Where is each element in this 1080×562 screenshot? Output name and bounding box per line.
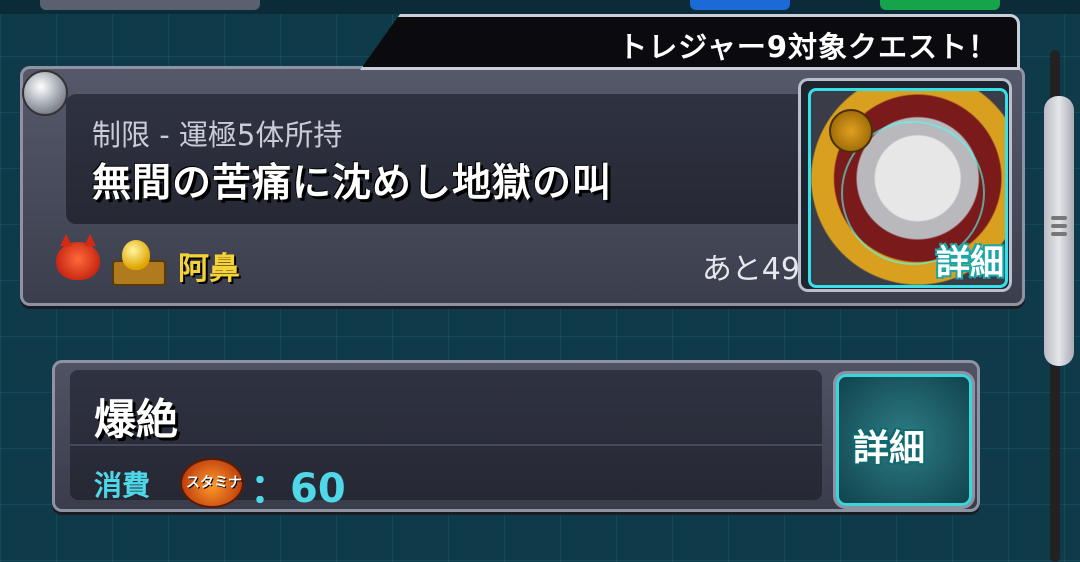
quest-2-name: 爆絶	[94, 395, 179, 444]
quest-restriction: 制限 - 運極5体所持	[92, 118, 343, 152]
quest-title: 無間の苦痛に沈めし地獄の叫	[92, 161, 613, 206]
boss-portrait-detail-button[interactable]: 詳細	[798, 78, 1012, 292]
top-strip	[0, 0, 1080, 14]
stamina-icon-text: スタミナ	[186, 475, 242, 491]
cost-value: ：60	[250, 466, 346, 512]
pin-icon	[22, 70, 68, 116]
top-tab-blue	[690, 0, 790, 10]
treasure-banner: トレジャー9対象クエスト！	[360, 14, 1020, 70]
cost-label: 消費	[94, 469, 151, 502]
luck-coin-icon	[829, 109, 873, 153]
top-tab-green	[880, 0, 1000, 10]
treasure-banner-text: トレジャー9対象クエスト！	[618, 30, 998, 64]
detail-button[interactable]: 詳細	[836, 374, 972, 506]
grip-icon	[1051, 212, 1067, 248]
hazard-label: 阿鼻	[178, 251, 240, 287]
stamina-icon: スタミナ	[180, 458, 244, 508]
divider	[70, 444, 822, 446]
portrait-detail-label: 詳細	[936, 243, 1004, 283]
detail-button-label: 詳細	[853, 428, 926, 469]
oni-mask-icon	[56, 234, 100, 280]
treasure-egg-icon	[110, 240, 166, 286]
top-tab-left	[40, 0, 260, 10]
